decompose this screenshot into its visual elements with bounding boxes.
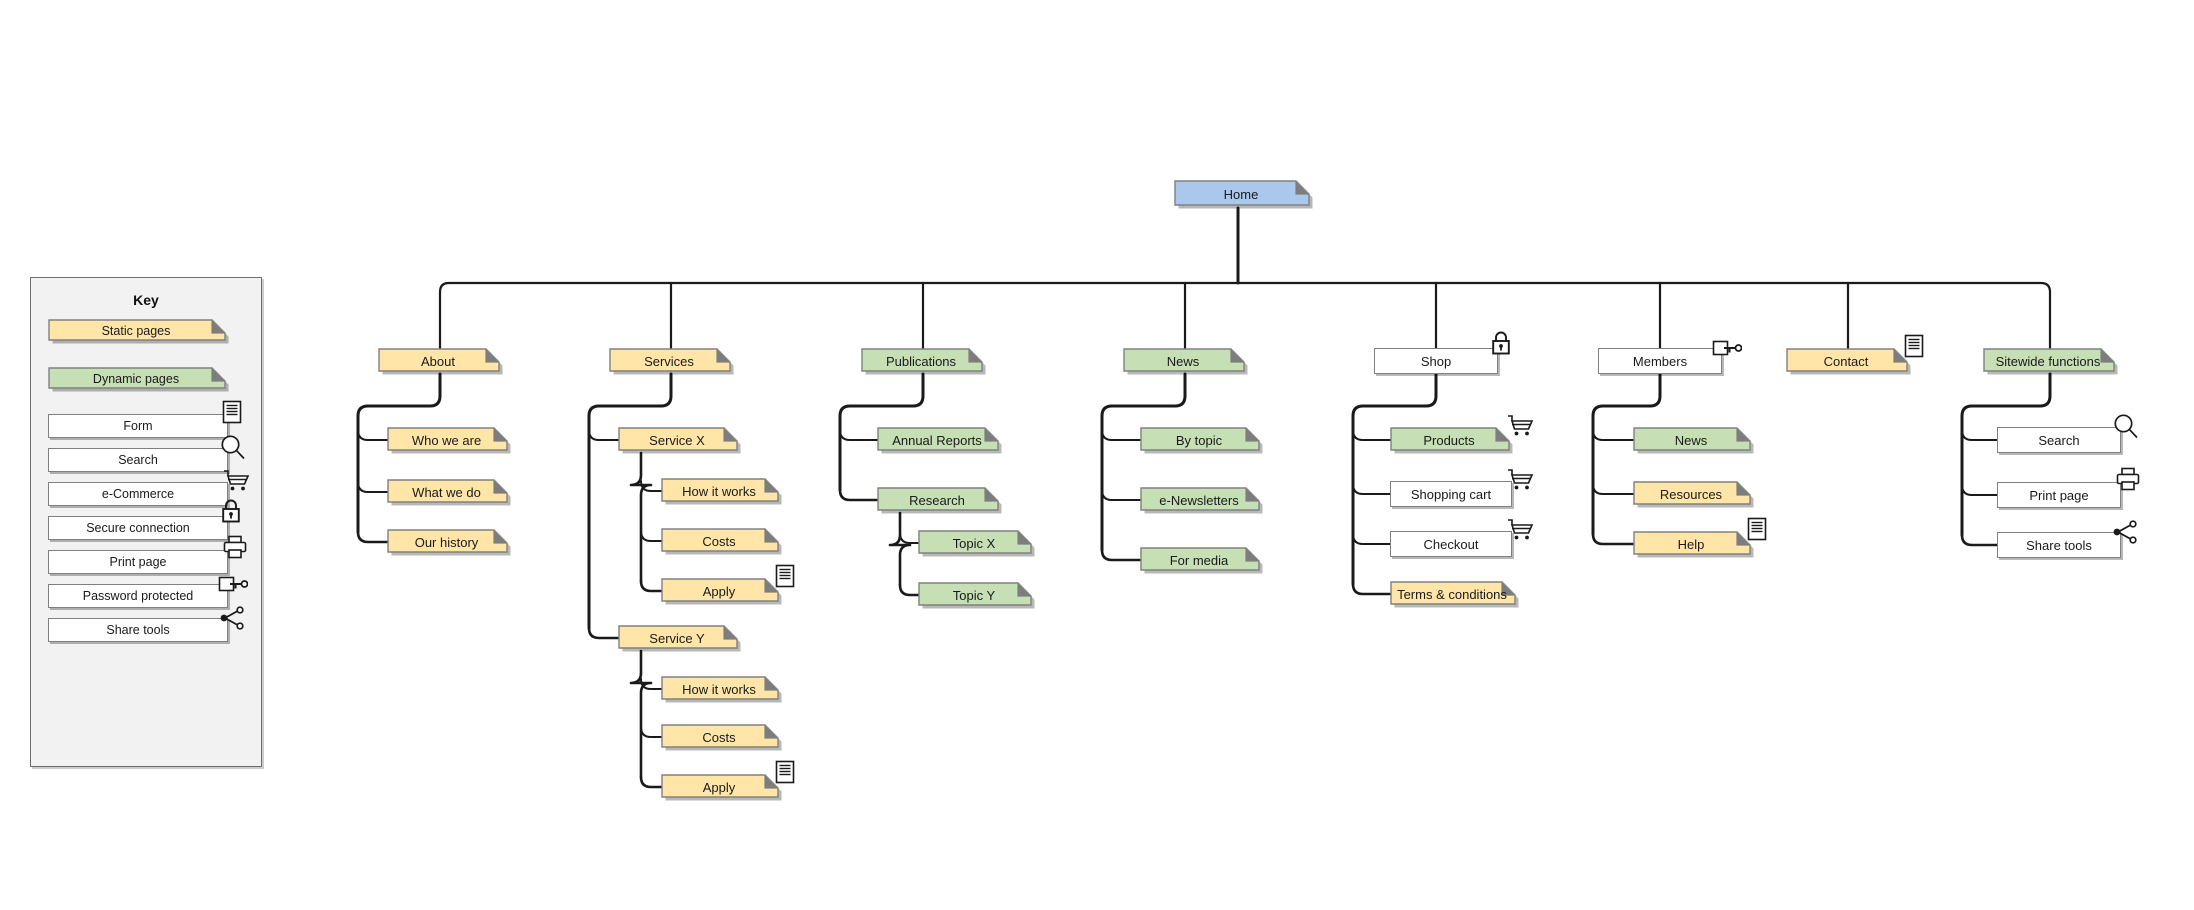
node-label: Services <box>644 353 694 369</box>
node-label: Shop <box>1420 353 1452 369</box>
node-label: Apply <box>702 583 736 599</box>
node-resources[interactable]: Resources <box>1633 481 1754 508</box>
node-label: Costs <box>702 729 736 745</box>
node-topic-x[interactable]: Topic X <box>918 530 1035 557</box>
node-label: Annual Reports <box>892 432 982 448</box>
node-label: Contact <box>1823 353 1869 369</box>
node-label: Search <box>2038 432 2080 448</box>
node-news[interactable]: News <box>1123 348 1248 375</box>
node-our-history[interactable]: Our history <box>387 529 511 556</box>
node-costs[interactable]: Costs <box>661 528 782 555</box>
node-label: Static pages <box>101 323 171 338</box>
node-topic-y[interactable]: Topic Y <box>918 582 1035 609</box>
node-label: Terms & conditions <box>1397 586 1507 602</box>
node-home[interactable]: Home <box>1174 180 1313 209</box>
node-label: About <box>421 353 455 369</box>
key-item-static-pages: Static pages <box>48 319 229 344</box>
node-label: Print page <box>109 554 167 569</box>
key-item-secure-connection: Secure connection <box>48 516 228 540</box>
key-item-password-protected: Password protected <box>48 584 228 608</box>
node-label: Password protected <box>82 588 194 603</box>
node-service-y[interactable]: Service Y <box>618 625 741 652</box>
node-label: Publications <box>885 353 957 369</box>
node-contact[interactable]: Contact <box>1786 348 1911 375</box>
node-members[interactable]: Members <box>1598 348 1722 374</box>
node-about[interactable]: About <box>378 348 503 375</box>
node-products[interactable]: Products <box>1390 427 1513 454</box>
node-label: Research <box>909 492 965 508</box>
node-label: Form <box>123 418 153 433</box>
node-checkout[interactable]: Checkout <box>1390 531 1512 557</box>
node-how-it-works[interactable]: How it works <box>661 676 782 703</box>
node-services[interactable]: Services <box>609 348 734 375</box>
node-terms-and-conditions[interactable]: Terms & conditions <box>1390 581 1519 608</box>
node-by-topic[interactable]: By topic <box>1140 427 1263 454</box>
node-news[interactable]: News <box>1633 427 1754 454</box>
node-publications[interactable]: Publications <box>861 348 986 375</box>
key-item-e-commerce: e-Commerce <box>48 482 228 506</box>
node-label: Search <box>118 452 158 467</box>
node-label: Shopping cart <box>1410 486 1492 502</box>
node-label: Apply <box>702 779 736 795</box>
node-label: e-Newsletters <box>1159 492 1239 508</box>
node-label: Members <box>1632 353 1688 369</box>
node-label: News <box>1674 432 1708 448</box>
node-label: Home <box>1223 186 1259 202</box>
node-help[interactable]: Help <box>1633 531 1754 558</box>
node-label: Resources <box>1659 486 1723 502</box>
node-costs[interactable]: Costs <box>661 724 782 751</box>
node-for-media[interactable]: For media <box>1140 547 1263 574</box>
connector-layer <box>356 206 2052 789</box>
node-label: Costs <box>702 533 736 549</box>
node-label: News <box>1166 353 1200 369</box>
node-label: Help <box>1677 536 1705 552</box>
node-label: Checkout <box>1423 536 1479 552</box>
node-service-x[interactable]: Service X <box>618 427 741 454</box>
node-label: Dynamic pages <box>92 371 180 386</box>
node-label: e-Commerce <box>101 486 175 501</box>
node-sitewide-functions[interactable]: Sitewide functions <box>1983 348 2118 375</box>
node-shop[interactable]: Shop <box>1374 348 1498 374</box>
node-what-we-do[interactable]: What we do <box>387 479 511 506</box>
node-who-we-are[interactable]: Who we are <box>387 427 511 454</box>
sitemap-canvas: Key Home About Services Publications New… <box>0 0 2194 910</box>
node-apply[interactable]: Apply <box>661 774 782 801</box>
node-label: Products <box>1423 432 1475 448</box>
node-print-page[interactable]: Print page <box>1997 482 2121 508</box>
node-label: For media <box>1169 552 1229 568</box>
node-research[interactable]: Research <box>877 487 1002 514</box>
node-label: Service Y <box>649 630 705 646</box>
node-shopping-cart[interactable]: Shopping cart <box>1390 481 1512 507</box>
node-label: Who we are <box>411 432 482 448</box>
node-label: Topic Y <box>952 587 996 603</box>
key-item-dynamic-pages: Dynamic pages <box>48 367 229 392</box>
key-item-form: Form <box>48 414 228 438</box>
node-search[interactable]: Search <box>1997 427 2121 453</box>
node-annual-reports[interactable]: Annual Reports <box>877 427 1002 454</box>
node-label: Secure connection <box>86 520 190 535</box>
node-how-it-works[interactable]: How it works <box>661 478 782 505</box>
node-label: What we do <box>412 484 481 500</box>
node-share-tools[interactable]: Share tools <box>1997 532 2121 558</box>
key-title: Key <box>133 292 159 308</box>
node-label: How it works <box>682 483 756 499</box>
node-label: Share tools <box>2026 537 2092 553</box>
key-item-share-tools: Share tools <box>48 618 228 642</box>
node-label: By topic <box>1175 432 1223 448</box>
key-item-print-page: Print page <box>48 550 228 574</box>
node-label: Sitewide functions <box>1995 353 2101 369</box>
node-e-newsletters[interactable]: e-Newsletters <box>1140 487 1263 514</box>
node-label: Topic X <box>952 535 996 551</box>
node-label: Share tools <box>106 622 170 637</box>
node-label: Our history <box>414 534 479 550</box>
node-label: Print page <box>2029 487 2089 503</box>
key-item-search: Search <box>48 448 228 472</box>
node-apply[interactable]: Apply <box>661 578 782 605</box>
node-label: Service X <box>649 432 705 448</box>
node-label: How it works <box>682 681 756 697</box>
